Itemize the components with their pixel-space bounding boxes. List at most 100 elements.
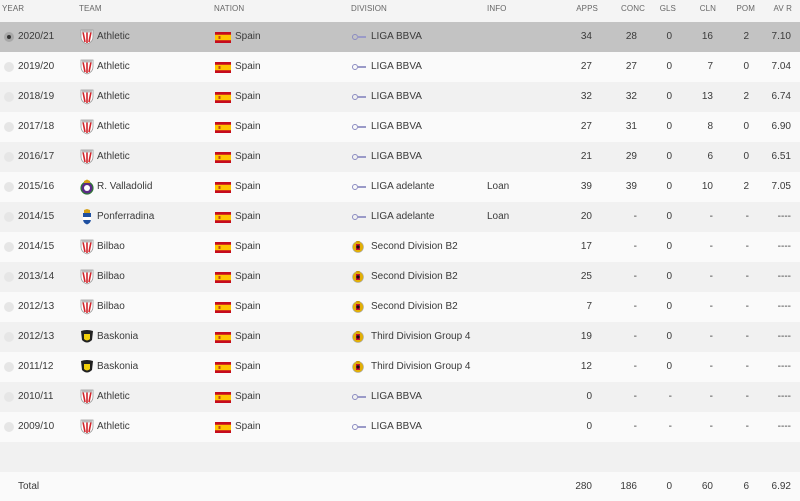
row-select-radio[interactable] <box>4 272 14 282</box>
cell-division-link[interactable]: LIGA adelante <box>371 211 434 222</box>
col-header-year[interactable]: YEAR <box>2 4 24 13</box>
cell-team-link[interactable]: Athletic <box>97 391 130 402</box>
cell-nation-link[interactable]: Spain <box>235 271 261 282</box>
row-select-radio[interactable] <box>4 362 14 372</box>
cell-nation-link[interactable]: Spain <box>235 121 261 132</box>
table-row[interactable]: 2014/15 Ponferradina Spain LIGA adelante Loa… <box>0 202 800 232</box>
table-row[interactable]: 2011/12 Baskonia Spain Third Division Group… <box>0 352 800 382</box>
table-row[interactable]: 2013/14 Bilbao Spain Second Division B2 25 - 0… <box>0 262 800 292</box>
cell-nation-link[interactable]: Spain <box>235 31 261 42</box>
cell-division-link[interactable]: Second Division B2 <box>371 241 458 252</box>
row-select-radio[interactable] <box>4 242 14 252</box>
cell-nation-link[interactable]: Spain <box>235 301 261 312</box>
cell-conc: - <box>633 361 637 372</box>
cell-division-link[interactable]: Second Division B2 <box>371 301 458 312</box>
col-header-cln[interactable]: CLN <box>700 4 716 13</box>
cell-division-link[interactable]: LIGA BBVA <box>371 91 422 102</box>
table-row[interactable]: 2014/15 Bilbao Spain Second Division B2 17 - 0… <box>0 232 800 262</box>
row-select-radio[interactable] <box>4 122 14 132</box>
table-row[interactable]: 2010/11 Athletic Spain LIGA BBVA 0- - - - ---- <box>0 382 800 412</box>
cell-nation-link[interactable]: Spain <box>235 361 261 372</box>
cell-nation-link[interactable]: Spain <box>235 421 261 432</box>
cell-pom: 2 <box>743 91 749 102</box>
cell-team-link[interactable]: Athletic <box>97 421 130 432</box>
row-select-radio[interactable] <box>4 62 14 72</box>
cell-team-link[interactable]: Bilbao <box>97 271 125 282</box>
row-select-radio[interactable] <box>4 332 14 342</box>
division-logo-icon <box>351 360 367 374</box>
cell-division-link[interactable]: Second Division B2 <box>371 271 458 282</box>
cell-nation-link[interactable]: Spain <box>235 211 261 222</box>
cell-gls: - <box>668 391 672 402</box>
cell-cln: - <box>709 301 713 312</box>
cell-division-link[interactable]: LIGA BBVA <box>371 391 422 402</box>
col-header-info[interactable]: INFO <box>487 4 507 13</box>
cell-conc: - <box>633 301 637 312</box>
row-select-radio[interactable] <box>4 302 14 312</box>
cell-team-link[interactable]: R. Valladolid <box>97 181 152 192</box>
division-logo-icon <box>351 30 367 44</box>
cell-year: 2016/17 <box>18 151 55 162</box>
cell-division-link[interactable]: LIGA BBVA <box>371 121 422 132</box>
spain-flag-icon <box>215 362 231 373</box>
col-header-conc[interactable]: CONC <box>621 4 645 13</box>
cell-apps: 0 <box>586 421 592 432</box>
cell-division-link[interactable]: LIGA adelante <box>371 181 434 192</box>
cell-division-link[interactable]: LIGA BBVA <box>371 421 422 432</box>
col-header-nation[interactable]: NATION <box>214 4 244 13</box>
total-gls: 0 <box>666 481 672 492</box>
table-row[interactable]: 2009/10 Athletic Spain LIGA BBVA 0- - - - ---- <box>0 412 800 442</box>
col-header-pom[interactable]: POM <box>736 4 755 13</box>
col-header-division[interactable]: DIVISION <box>351 4 387 13</box>
cell-division-link[interactable]: LIGA BBVA <box>371 151 422 162</box>
cell-team-link[interactable]: Athletic <box>97 91 130 102</box>
cell-nation-link[interactable]: Spain <box>235 331 261 342</box>
table-row[interactable]: 2016/17 Athletic Spain LIGA BBVA 21 29 0 6 0 6.51 <box>0 142 800 172</box>
cell-avr: 6.51 <box>771 151 791 162</box>
cell-nation-link[interactable]: Spain <box>235 391 261 402</box>
col-header-apps[interactable]: APPS <box>576 4 598 13</box>
cell-division-link[interactable]: Third Division Group 4 <box>371 361 470 372</box>
cell-division-link[interactable]: LIGA BBVA <box>371 31 422 42</box>
cell-team-link[interactable]: Athletic <box>97 121 130 132</box>
row-select-radio[interactable] <box>4 422 14 432</box>
cell-team-link[interactable]: Bilbao <box>97 241 125 252</box>
table-row[interactable]: 2017/18 Athletic Spain LIGA BBVA 27 31 0 8 0 6.90 <box>0 112 800 142</box>
row-select-radio[interactable] <box>4 182 14 192</box>
row-select-radio[interactable] <box>4 392 14 402</box>
table-row[interactable]: 2012/13 Baskonia Spain Third Division Group… <box>0 322 800 352</box>
cell-division-link[interactable]: Third Division Group 4 <box>371 331 470 342</box>
cell-team-link[interactable]: Baskonia <box>97 331 138 342</box>
table-row[interactable]: 2012/13 Bilbao Spain Second Division B2 7 - 0 -… <box>0 292 800 322</box>
col-header-team[interactable]: TEAM <box>79 4 102 13</box>
cell-division-link[interactable]: LIGA BBVA <box>371 61 422 72</box>
cell-team-link[interactable]: Baskonia <box>97 361 138 372</box>
cell-nation-link[interactable]: Spain <box>235 91 261 102</box>
col-header-gls[interactable]: GLS <box>660 4 676 13</box>
row-select-radio[interactable] <box>4 152 14 162</box>
cell-team-link[interactable]: Athletic <box>97 61 130 72</box>
cell-team-link[interactable]: Athletic <box>97 151 130 162</box>
cell-nation-link[interactable]: Spain <box>235 181 261 192</box>
cell-year: 2014/15 <box>18 211 55 222</box>
spain-flag-icon <box>215 62 231 73</box>
cell-pom: 0 <box>743 61 749 72</box>
row-select-radio[interactable] <box>4 32 14 42</box>
table-row[interactable]: 2018/19 Athletic Spain LIGA BBVA 32 32 0 13 2 6.7… <box>0 82 800 112</box>
cell-team-link[interactable]: Bilbao <box>97 301 125 312</box>
table-row[interactable]: 2019/20 Athletic Spain LIGA BBVA 27 27 0 7 0 7.04 <box>0 52 800 82</box>
cell-gls: 0 <box>666 241 672 252</box>
total-label: Total <box>18 481 40 492</box>
cell-avr: ---- <box>777 391 791 402</box>
cell-nation-link[interactable]: Spain <box>235 151 261 162</box>
row-select-radio[interactable] <box>4 92 14 102</box>
table-row[interactable]: 2020/21 Athletic Spain LIGA BBVA 34 28 0 16 2 7.1… <box>0 22 800 52</box>
cell-gls: 0 <box>666 61 672 72</box>
col-header-avr[interactable]: AV R <box>774 4 792 13</box>
table-row[interactable]: 2015/16 R. Valladolid Spain LIGA adelante Lo… <box>0 172 800 202</box>
cell-team-link[interactable]: Athletic <box>97 31 130 42</box>
cell-nation-link[interactable]: Spain <box>235 241 261 252</box>
row-select-radio[interactable] <box>4 212 14 222</box>
cell-team-link[interactable]: Ponferradina <box>97 211 154 222</box>
cell-nation-link[interactable]: Spain <box>235 61 261 72</box>
